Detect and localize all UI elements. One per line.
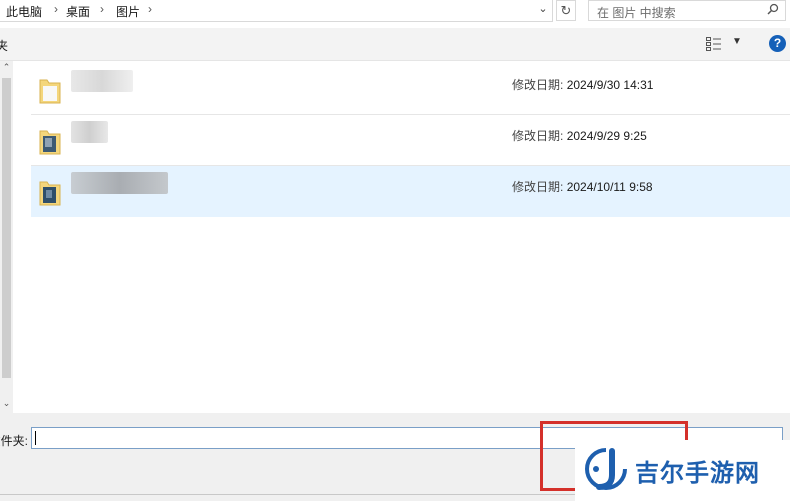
toolbar: 新建文件夹 ▼ ? [0,28,790,61]
breadcrumb-separator-icon[interactable]: › [100,2,104,16]
site-watermark: 吉尔手游网 [575,440,790,501]
breadcrumb-pictures[interactable]: 图片 [116,3,140,20]
breadcrumb-desktop[interactable]: 桌面 [66,3,90,20]
folder-icon [39,176,61,206]
search-icon [767,3,779,18]
text-caret [35,431,36,445]
breadcrumb-this-pc[interactable]: 此电脑 [6,3,42,20]
scroll-down-icon[interactable]: ⌄ [0,398,13,410]
help-icon[interactable]: ? [769,35,786,52]
search-placeholder: 在 图片 中搜索 [597,6,676,20]
address-bar[interactable]: 此电脑 › 桌面 › 图片 › ⌄ [0,0,553,22]
modified-date: 修改日期: 2024/9/29 9:25 [512,127,647,144]
watermark-text: 吉尔手游网 [635,458,760,487]
file-row-selected[interactable]: 修改日期: 2024/10/11 9:58 [31,166,790,217]
folder-icon [39,74,61,104]
folder-label: 文件夹: [0,434,28,448]
folder-icon [39,125,61,155]
blurred-file-name [71,172,168,194]
folder-label-clip: 文件夹: [0,432,28,449]
file-row[interactable]: 修改日期: 2024/9/29 9:25 [31,115,790,166]
modified-value: 2024/10/11 9:58 [566,180,653,194]
watermark-logo-icon [585,447,627,493]
modified-date: 修改日期: 2024/10/11 9:58 [512,178,653,195]
file-row[interactable]: 修改日期: 2024/9/30 14:31 [31,64,790,115]
modified-label: 修改日期: [512,78,564,92]
chevron-down-icon[interactable]: ⌄ [536,2,550,18]
search-input[interactable]: 在 图片 中搜索 [588,0,786,21]
modified-label: 修改日期: [512,129,564,143]
modified-value: 2024/9/30 14:31 [566,78,654,92]
new-folder-button[interactable]: 新建文件夹 [0,37,8,54]
file-list: 修改日期: 2024/9/30 14:31 修改日期: 2024/9/29 9:… [31,64,790,217]
blurred-file-name [71,121,108,143]
view-dropdown-chevron-icon[interactable]: ▼ [732,36,742,47]
blurred-file-name [71,70,133,92]
breadcrumb-separator-icon[interactable]: › [54,2,58,16]
scrollbar-thumb[interactable] [2,78,11,378]
breadcrumb-separator-icon[interactable]: › [148,2,152,16]
new-folder-label: 新建文件夹 [0,39,8,53]
modified-date: 修改日期: 2024/9/30 14:31 [512,76,653,93]
refresh-icon: ↻ [560,3,572,18]
scroll-up-icon[interactable]: ⌃ [0,62,13,74]
address-row: 此电脑 › 桌面 › 图片 › ⌄ ↻ 在 图片 中搜索 [0,0,790,22]
modified-label: 修改日期: [512,180,564,194]
view-options-icon[interactable] [706,37,722,54]
refresh-button[interactable]: ↻ [556,0,576,21]
modified-value: 2024/9/29 9:25 [566,129,647,143]
